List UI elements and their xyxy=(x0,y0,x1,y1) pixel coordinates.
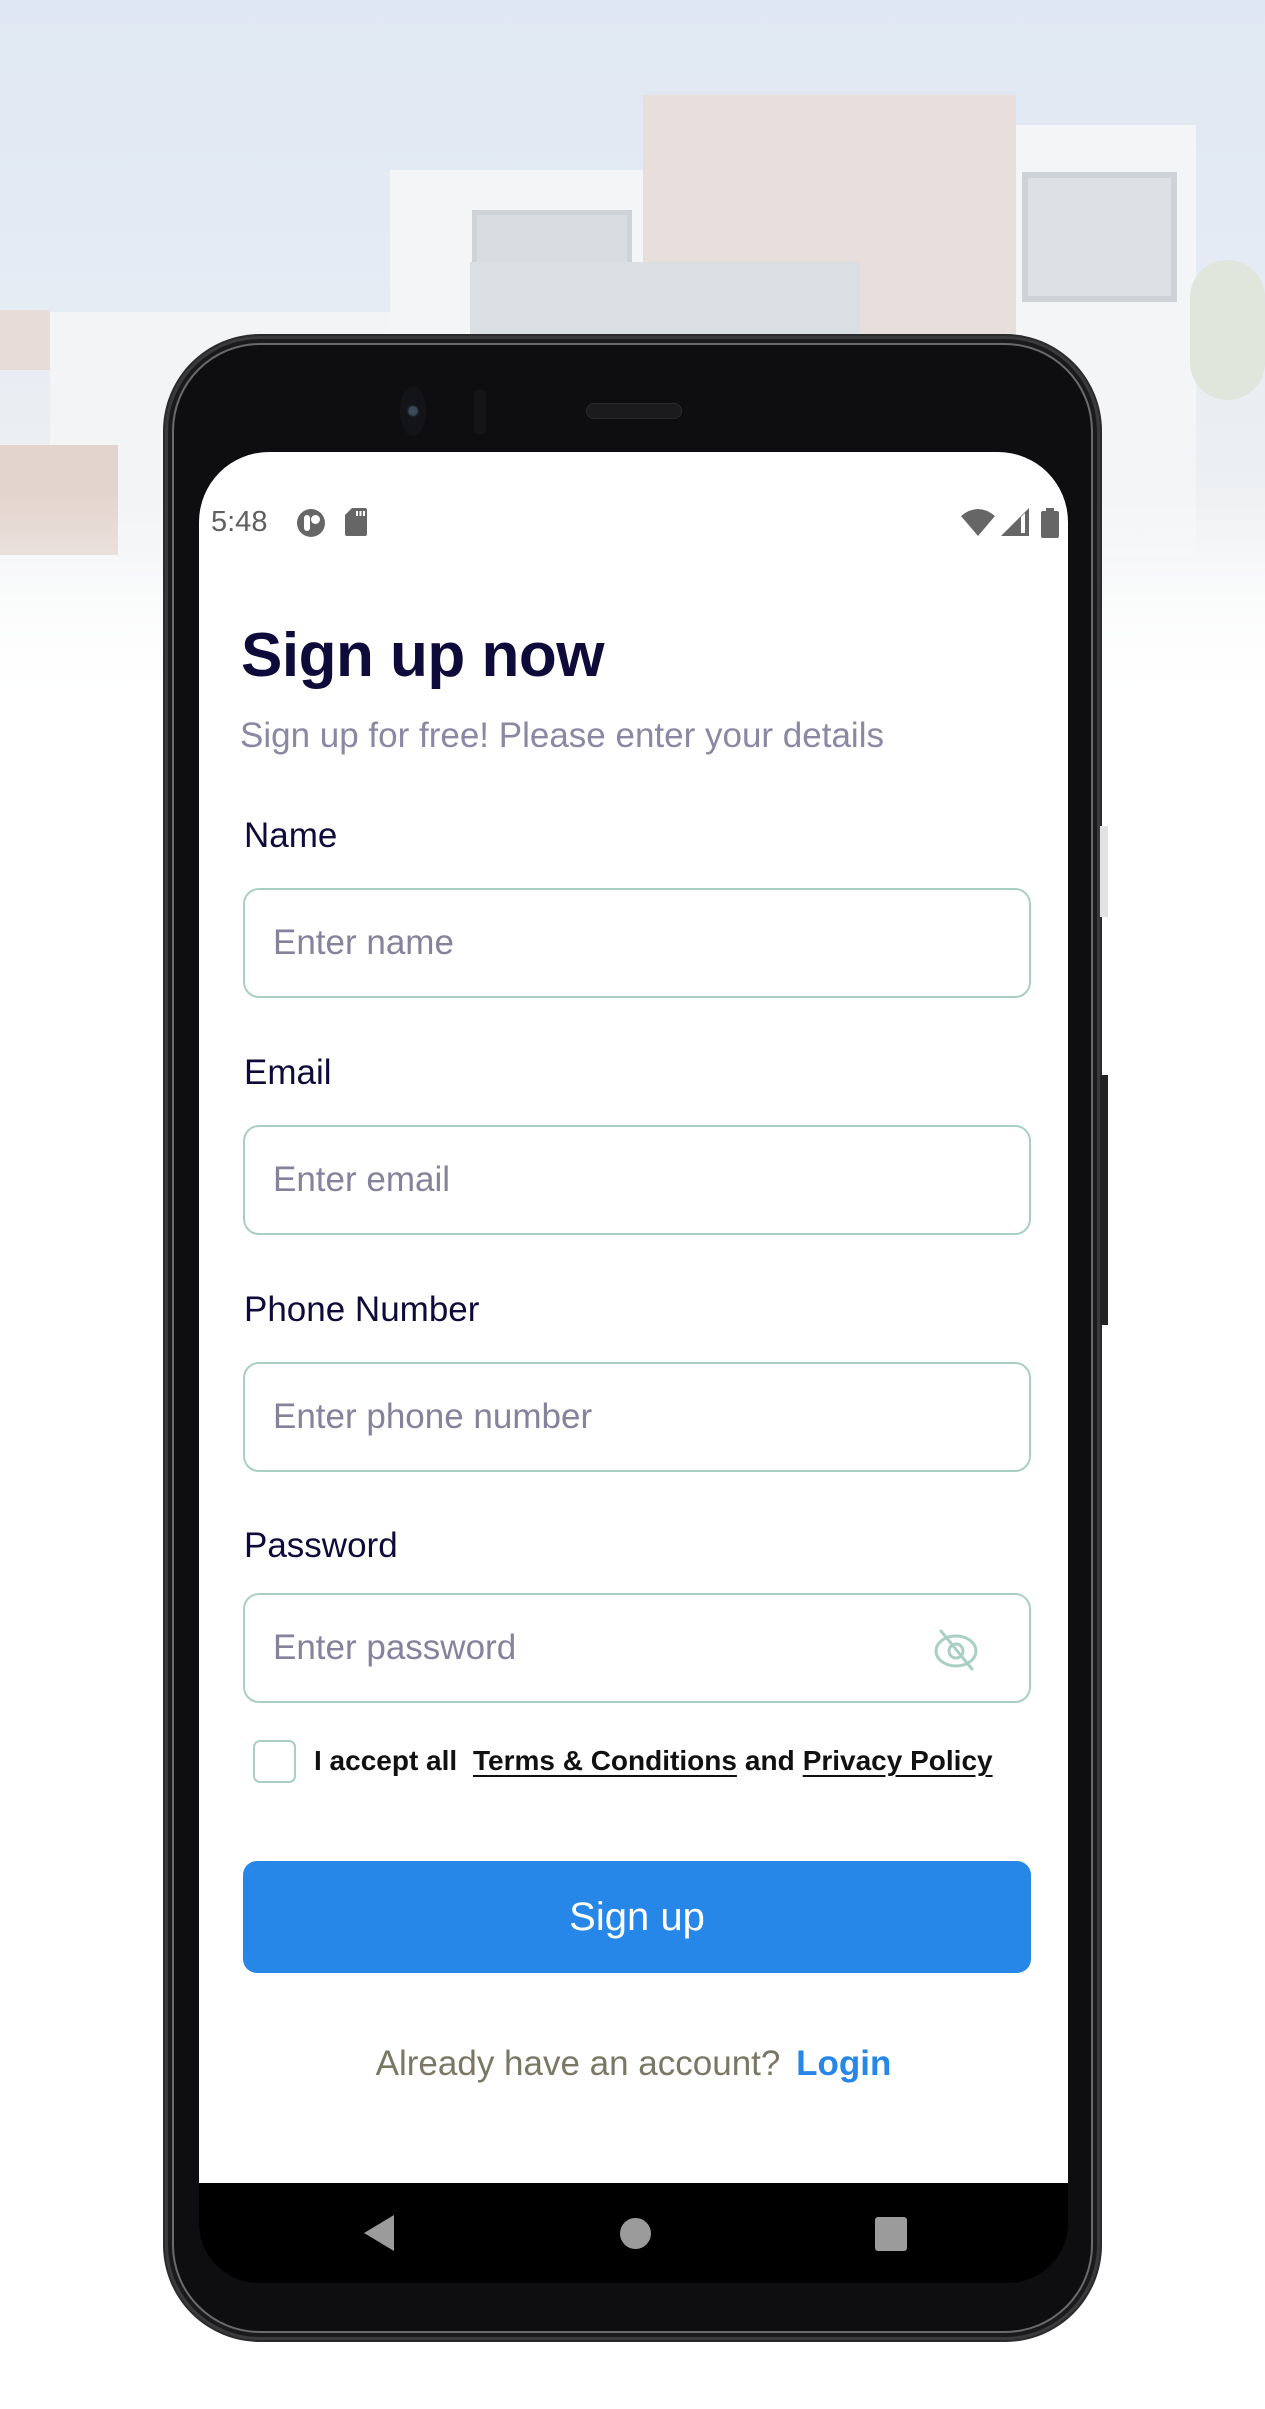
email-label: Email xyxy=(244,1053,332,1092)
proximity-sensor xyxy=(474,390,486,434)
app-screen: 5:48 Sign up now Sign up for free! Pleas… xyxy=(199,452,1068,2183)
cell-signal-icon xyxy=(1001,508,1029,536)
phone-volume-button xyxy=(1100,1075,1108,1325)
status-time: 5:48 xyxy=(211,506,268,538)
nav-recents-icon[interactable] xyxy=(875,2217,907,2251)
phone-input[interactable] xyxy=(245,1364,1029,1470)
name-field[interactable] xyxy=(243,888,1031,998)
terms-conjunction: and xyxy=(744,1745,795,1776)
bg-tree xyxy=(1190,260,1265,400)
privacy-policy-link[interactable]: Privacy Policy xyxy=(803,1745,993,1776)
status-bar: 5:48 xyxy=(199,502,1068,542)
terms-row: I accept all Terms & Conditions and Privac… xyxy=(253,1739,1001,1783)
bg-window xyxy=(1022,172,1177,302)
bg-balcony xyxy=(470,262,860,337)
terms-conditions-link[interactable]: Terms & Conditions xyxy=(473,1745,737,1776)
earpiece-speaker xyxy=(586,403,682,419)
login-prompt-text: Already have an account? xyxy=(375,2044,781,2083)
phone-power-button xyxy=(1100,826,1108,917)
accept-terms-checkbox[interactable] xyxy=(253,1739,296,1783)
password-label: Password xyxy=(244,1526,398,1565)
terms-text: I accept all Terms & Conditions and Privac… xyxy=(314,1745,1001,1777)
terms-prefix: I accept all xyxy=(314,1745,458,1776)
phone-label: Phone Number xyxy=(244,1290,480,1329)
password-input[interactable] xyxy=(245,1595,1029,1701)
nav-back-icon[interactable] xyxy=(364,2215,394,2251)
front-camera-icon xyxy=(400,386,426,436)
login-prompt: Already have an account? Login xyxy=(199,2044,1068,2084)
name-input[interactable] xyxy=(245,890,1029,996)
page-title: Sign up now xyxy=(241,621,605,690)
bg-window xyxy=(472,210,632,270)
login-link[interactable]: Login xyxy=(796,2044,891,2083)
sd-card-icon xyxy=(345,508,367,536)
wifi-icon xyxy=(961,509,995,536)
page-subtitle: Sign up for free! Please enter your deta… xyxy=(240,716,884,755)
bg-roof xyxy=(0,310,50,370)
email-field[interactable] xyxy=(243,1125,1031,1235)
phone-field[interactable] xyxy=(243,1362,1031,1472)
password-field[interactable] xyxy=(243,1593,1031,1703)
data-saver-icon xyxy=(297,509,325,537)
email-input[interactable] xyxy=(245,1127,1029,1233)
battery-icon xyxy=(1041,508,1059,538)
nav-home-icon[interactable] xyxy=(620,2218,651,2249)
name-label: Name xyxy=(244,816,338,855)
eye-off-icon[interactable] xyxy=(933,1627,979,1673)
sign-up-button[interactable]: Sign up xyxy=(243,1861,1031,1973)
